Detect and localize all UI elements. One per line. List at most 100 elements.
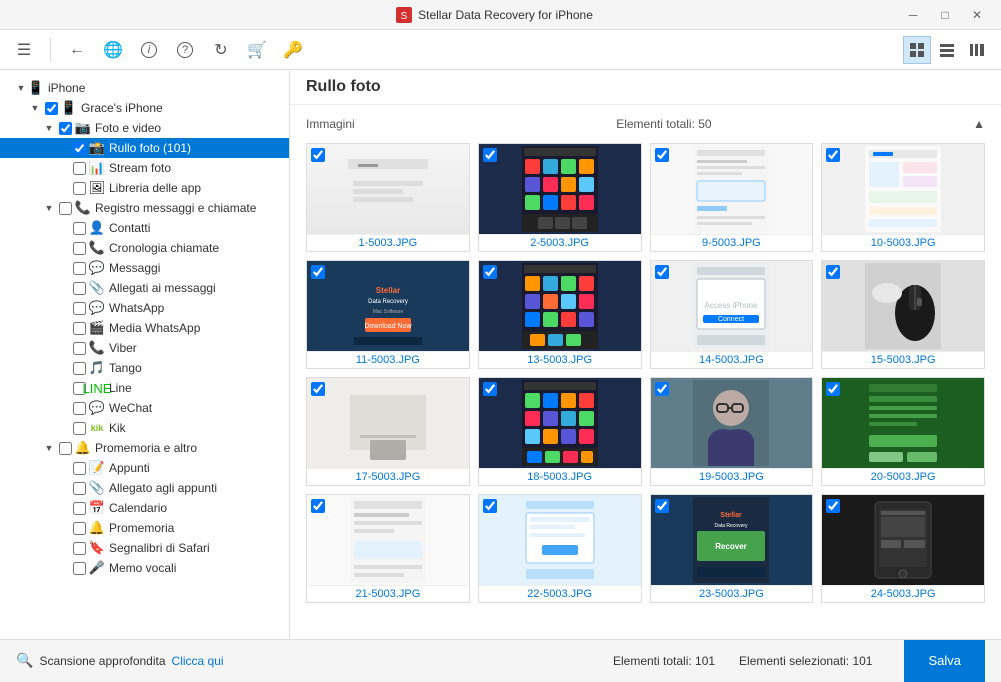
viber-checkbox[interactable] bbox=[73, 342, 86, 355]
expand-iphone[interactable]: ▼ bbox=[14, 81, 28, 95]
expand-registro[interactable]: ▼ bbox=[42, 201, 56, 215]
expand-device[interactable]: ▼ bbox=[28, 101, 42, 115]
maximize-button[interactable]: □ bbox=[931, 5, 959, 25]
image-check-9[interactable] bbox=[655, 148, 669, 162]
segnalibri-checkbox[interactable] bbox=[73, 542, 86, 555]
view-details-button[interactable] bbox=[963, 36, 991, 64]
expand-media-whatsapp[interactable] bbox=[56, 321, 70, 335]
expand-allegati-msg[interactable] bbox=[56, 281, 70, 295]
sidebar-item-cronologia[interactable]: 📞 Cronologia chiamate bbox=[0, 238, 289, 258]
expand-segnalibri[interactable] bbox=[56, 541, 70, 555]
expand-viber[interactable] bbox=[56, 341, 70, 355]
kik-checkbox[interactable] bbox=[73, 422, 86, 435]
image-check-1[interactable] bbox=[311, 148, 325, 162]
image-check-11[interactable] bbox=[311, 265, 325, 279]
device-checkbox[interactable] bbox=[45, 102, 58, 115]
appunti-checkbox[interactable] bbox=[73, 462, 86, 475]
image-check-19[interactable] bbox=[655, 382, 669, 396]
image-card-14[interactable]: Access iPhone Connect 14-5003.JPG bbox=[650, 260, 814, 369]
image-card-20[interactable]: 20-5003.JPG bbox=[821, 377, 985, 486]
expand-stream[interactable] bbox=[56, 161, 70, 175]
image-card-22[interactable]: 22-5003.JPG bbox=[478, 494, 642, 603]
image-card-15[interactable]: 15-5003.JPG bbox=[821, 260, 985, 369]
sidebar-item-registro[interactable]: ▼ 📞 Registro messaggi e chiamate bbox=[0, 198, 289, 218]
expand-tango[interactable] bbox=[56, 361, 70, 375]
allegati-msg-checkbox[interactable] bbox=[73, 282, 86, 295]
expand-appunti[interactable] bbox=[56, 461, 70, 475]
libreria-checkbox[interactable] bbox=[73, 182, 86, 195]
image-card-9[interactable]: 9-5003.JPG bbox=[650, 143, 814, 252]
cart-button[interactable]: 🛒 bbox=[243, 36, 271, 64]
key-button[interactable]: 🔑 bbox=[279, 36, 307, 64]
expand-messaggi[interactable] bbox=[56, 261, 70, 275]
expand-promemoria[interactable]: ▼ bbox=[42, 441, 56, 455]
expand-promemoria2[interactable] bbox=[56, 521, 70, 535]
promemoria-checkbox[interactable] bbox=[59, 442, 72, 455]
refresh-button[interactable]: ↻ bbox=[207, 36, 235, 64]
sidebar-item-wechat[interactable]: 💬 WeChat bbox=[0, 398, 289, 418]
allegato-appunti-checkbox[interactable] bbox=[73, 482, 86, 495]
minimize-button[interactable]: ─ bbox=[899, 5, 927, 25]
image-check-15[interactable] bbox=[826, 265, 840, 279]
image-card-11[interactable]: Stellar Data Recovery Mac Software Downl… bbox=[306, 260, 470, 369]
expand-line[interactable] bbox=[56, 381, 70, 395]
image-check-2[interactable] bbox=[483, 148, 497, 162]
image-check-13[interactable] bbox=[483, 265, 497, 279]
expand-calendario[interactable] bbox=[56, 501, 70, 515]
view-grid-button[interactable] bbox=[903, 36, 931, 64]
view-list-button[interactable] bbox=[933, 36, 961, 64]
expand-cronologia[interactable] bbox=[56, 241, 70, 255]
sidebar-item-messaggi[interactable]: 💬 Messaggi bbox=[0, 258, 289, 278]
stream-checkbox[interactable] bbox=[73, 162, 86, 175]
registro-checkbox[interactable] bbox=[59, 202, 72, 215]
sidebar-item-whatsapp[interactable]: 💬 WhatsApp bbox=[0, 298, 289, 318]
menu-button[interactable]: ☰ bbox=[10, 36, 38, 64]
web-button[interactable]: 🌐 bbox=[99, 36, 127, 64]
calendario-checkbox[interactable] bbox=[73, 502, 86, 515]
image-card-10[interactable]: 10-5003.JPG bbox=[821, 143, 985, 252]
image-check-23[interactable] bbox=[655, 499, 669, 513]
image-card-17[interactable]: 17-5003.JPG bbox=[306, 377, 470, 486]
sidebar-item-rullo[interactable]: 📸 Rullo foto (101) bbox=[0, 138, 289, 158]
wechat-checkbox[interactable] bbox=[73, 402, 86, 415]
expand-whatsapp[interactable] bbox=[56, 301, 70, 315]
sidebar-item-segnalibri[interactable]: 🔖 Segnalibri di Safari bbox=[0, 538, 289, 558]
sidebar-item-foto-video[interactable]: ▼ 📷 Foto e video bbox=[0, 118, 289, 138]
sidebar-item-stream[interactable]: 📊 Stream foto bbox=[0, 158, 289, 178]
image-card-1[interactable]: 1-5003.JPG bbox=[306, 143, 470, 252]
sidebar-item-kik[interactable]: kik Kik bbox=[0, 418, 289, 438]
sidebar-item-device[interactable]: ▼ 📱 Grace's iPhone bbox=[0, 98, 289, 118]
sidebar-item-appunti[interactable]: 📝 Appunti bbox=[0, 458, 289, 478]
sidebar-item-contatti[interactable]: 👤 Contatti bbox=[0, 218, 289, 238]
image-check-24[interactable] bbox=[826, 499, 840, 513]
image-check-21[interactable] bbox=[311, 499, 325, 513]
image-card-24[interactable]: 24-5003.JPG bbox=[821, 494, 985, 603]
cronologia-checkbox[interactable] bbox=[73, 242, 86, 255]
expand-contatti[interactable] bbox=[56, 221, 70, 235]
image-check-22[interactable] bbox=[483, 499, 497, 513]
image-check-17[interactable] bbox=[311, 382, 325, 396]
expand-kik[interactable] bbox=[56, 421, 70, 435]
expand-wechat[interactable] bbox=[56, 401, 70, 415]
expand-libreria[interactable] bbox=[56, 181, 70, 195]
promemoria2-checkbox[interactable] bbox=[73, 522, 86, 535]
image-check-14[interactable] bbox=[655, 265, 669, 279]
image-card-23[interactable]: Stellar Data Recovery Recover 23-5003.JP… bbox=[650, 494, 814, 603]
image-card-2[interactable]: 2-5003.JPG bbox=[478, 143, 642, 252]
sidebar-item-promemoria[interactable]: ▼ 🔔 Promemoria e altro bbox=[0, 438, 289, 458]
close-button[interactable]: ✕ bbox=[963, 5, 991, 25]
image-card-19[interactable]: 19-5003.JPG bbox=[650, 377, 814, 486]
image-card-13[interactable]: 13-5003.JPG bbox=[478, 260, 642, 369]
memo-checkbox[interactable] bbox=[73, 562, 86, 575]
image-card-21[interactable]: 21-5003.JPG bbox=[306, 494, 470, 603]
scan-link[interactable]: Clicca qui bbox=[172, 654, 224, 668]
section-collapse-button[interactable]: ▲ bbox=[973, 117, 985, 131]
tango-checkbox[interactable] bbox=[73, 362, 86, 375]
sidebar-item-media-whatsapp[interactable]: 🎬 Media WhatsApp bbox=[0, 318, 289, 338]
messaggi-checkbox[interactable] bbox=[73, 262, 86, 275]
save-button[interactable]: Salva bbox=[904, 640, 985, 682]
expand-rullo[interactable] bbox=[56, 141, 70, 155]
expand-allegato-appunti[interactable] bbox=[56, 481, 70, 495]
info-button[interactable]: i bbox=[135, 36, 163, 64]
sidebar-item-iphone[interactable]: ▼ 📱 iPhone bbox=[0, 78, 289, 98]
